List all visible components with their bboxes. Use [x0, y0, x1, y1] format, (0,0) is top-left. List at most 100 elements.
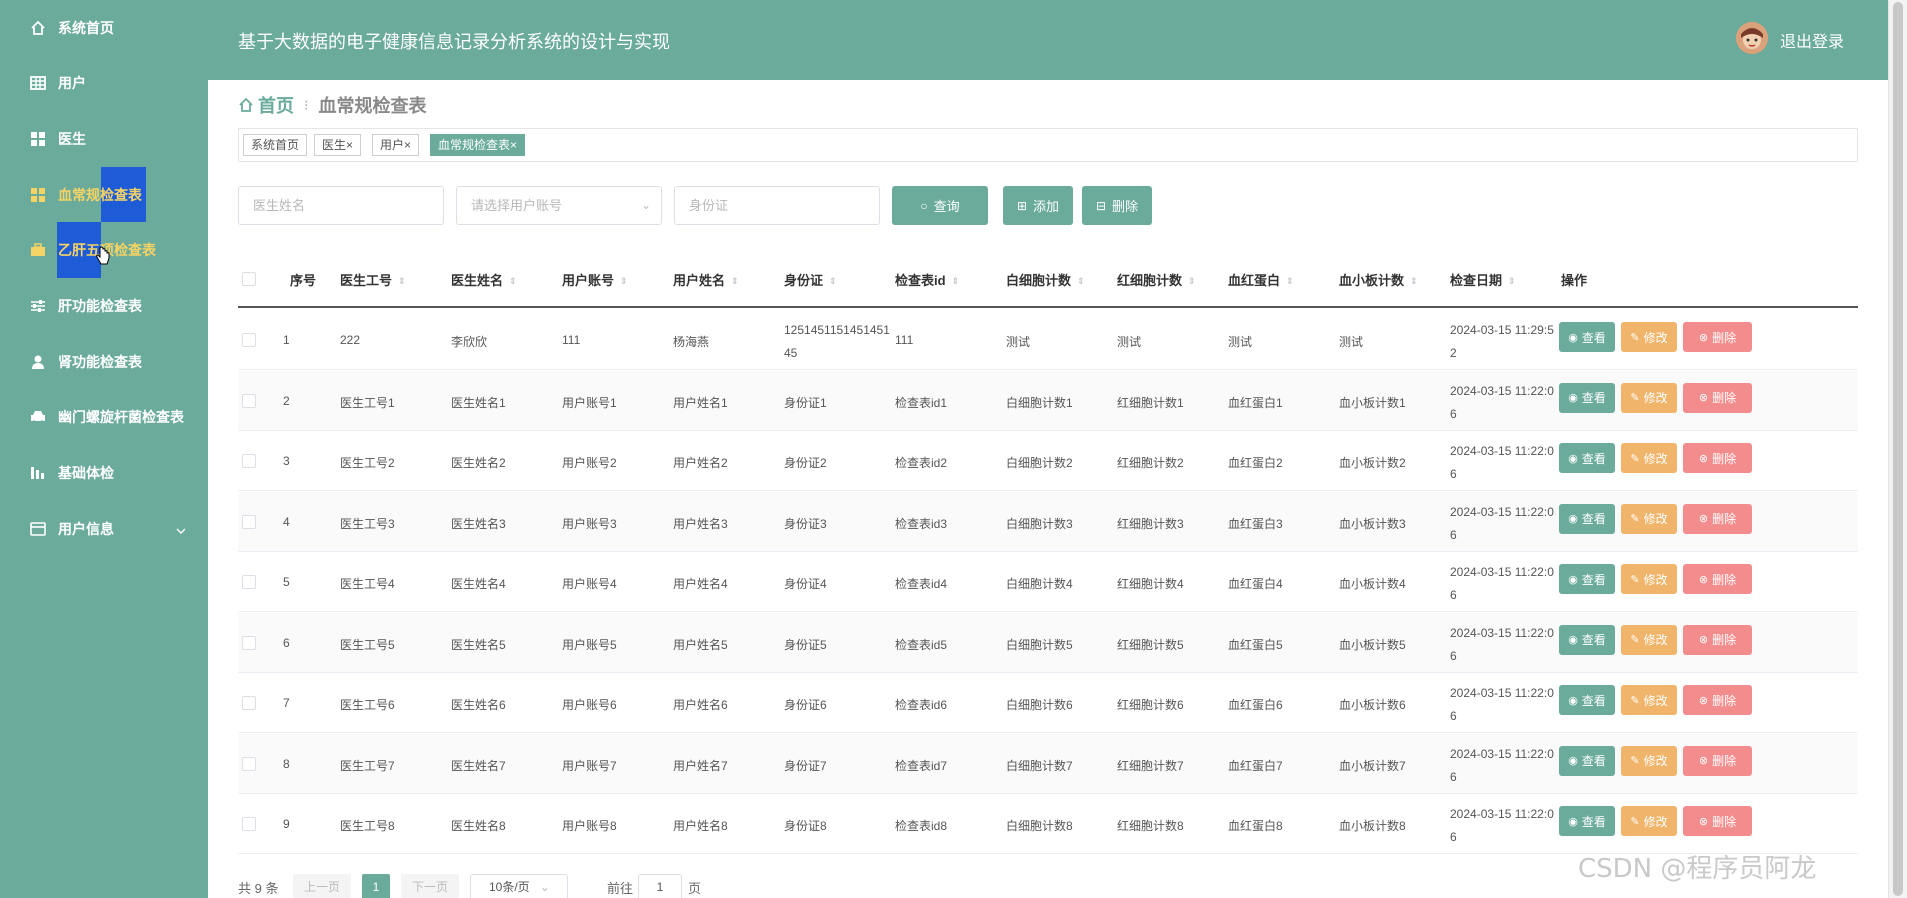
edit-button[interactable]: ✎ 修改	[1621, 322, 1677, 352]
col-exam-id[interactable]: 检查表id ⇕	[895, 270, 959, 289]
page-number[interactable]: 1	[362, 874, 390, 898]
table-cell: 血红蛋白4	[1228, 577, 1283, 591]
edit-button[interactable]: ✎ 修改	[1621, 564, 1677, 594]
view-button[interactable]: ◉ 查看	[1559, 564, 1615, 594]
table-row: 8 医生工号7 医生姓名7 用户账号7 用户姓名7 身份证7 检查表id7 白细胞计数7 红细胞…	[238, 733, 1858, 794]
breadcrumb-home[interactable]: 首页	[258, 92, 294, 118]
edit-button[interactable]: ✎ 修改	[1621, 503, 1677, 534]
idcard-input[interactable]: 身份证	[674, 186, 880, 225]
edit-button[interactable]: ✎ 修改	[1621, 382, 1677, 413]
tag-label: 用户	[380, 138, 405, 152]
sort-icon[interactable]: ⇕	[731, 276, 739, 287]
sidebar-item-helicobacter[interactable]: 幽门螺旋杆菌检查表	[0, 389, 208, 445]
row-checkbox[interactable]	[242, 333, 256, 347]
delete-button[interactable]: ⊗ 删除	[1683, 685, 1752, 715]
sort-icon[interactable]: ⇕	[1508, 276, 1516, 287]
table-cell: 3	[283, 454, 290, 468]
delete-button[interactable]: ⊗ 删除	[1683, 322, 1752, 352]
row-checkbox[interactable]	[242, 817, 256, 831]
col-exam-date[interactable]: 检查日期 ⇕	[1450, 270, 1516, 289]
sort-icon[interactable]: ⇕	[1188, 276, 1196, 287]
view-button[interactable]: ◉ 查看	[1559, 443, 1615, 473]
close-icon[interactable]: ×	[404, 138, 411, 152]
delete-button[interactable]: ⊗ 删除	[1683, 564, 1752, 594]
logout-button[interactable]: 退出登录	[1780, 28, 1844, 52]
close-icon[interactable]: ×	[346, 138, 353, 152]
prev-page-button[interactable]: 上一页	[293, 874, 351, 898]
col-platelet[interactable]: 血小板计数 ⇕	[1339, 270, 1418, 289]
col-user-account[interactable]: 用户账号 ⇕	[562, 270, 628, 289]
view-button[interactable]: ◉ 查看	[1559, 745, 1615, 776]
row-checkbox[interactable]	[242, 514, 256, 529]
edit-button[interactable]: ✎ 修改	[1621, 806, 1677, 836]
sort-icon[interactable]: ⇕	[1410, 276, 1418, 287]
sidebar-item-user-info[interactable]: 用户信息	[0, 501, 208, 557]
tag-doctor[interactable]: 医生×	[314, 134, 362, 156]
next-page-button[interactable]: 下一页	[401, 874, 459, 898]
view-button[interactable]: ◉ 查看	[1559, 624, 1615, 655]
col-wbc[interactable]: 白细胞计数 ⇕	[1006, 270, 1085, 289]
sort-icon[interactable]: ⇕	[1286, 276, 1294, 287]
delete-button[interactable]: ⊗ 删除	[1683, 443, 1752, 473]
sidebar-item-doctors[interactable]: 医生	[0, 111, 208, 167]
col-doctor-id[interactable]: 医生工号 ⇕	[340, 270, 406, 289]
sort-icon[interactable]: ⇕	[398, 276, 406, 287]
edit-button[interactable]: ✎ 修改	[1621, 745, 1677, 776]
delete-button[interactable]: ⊗ 删除	[1683, 745, 1752, 776]
briefcase-icon	[30, 242, 46, 258]
row-checkbox[interactable]	[242, 756, 256, 771]
delete-button[interactable]: ⊗ 删除	[1683, 503, 1752, 534]
tag-user[interactable]: 用户×	[372, 134, 420, 156]
sort-icon[interactable]: ⇕	[952, 276, 960, 287]
button-label: 查看	[1581, 330, 1606, 345]
page-scrollbar[interactable]	[1888, 0, 1907, 898]
view-button[interactable]: ◉ 查看	[1559, 685, 1615, 715]
col-hemoglobin[interactable]: 血红蛋白 ⇕	[1228, 270, 1294, 289]
delete-button[interactable]: ⊗ 删除	[1683, 382, 1752, 413]
view-button[interactable]: ◉ 查看	[1559, 382, 1615, 413]
doctor-name-input[interactable]: 医生姓名	[238, 186, 444, 225]
delete-button[interactable]: ⊗ 删除	[1683, 806, 1752, 836]
col-user-name[interactable]: 用户姓名 ⇕	[673, 270, 739, 289]
select-all-checkbox[interactable]	[242, 272, 256, 286]
page-size-select[interactable]: 10条/页 ⌄	[470, 874, 568, 898]
query-button[interactable]: ○ 查询	[892, 186, 988, 225]
sidebar-item-blood-routine[interactable]: 血常规检查表	[0, 167, 208, 223]
close-icon[interactable]: ×	[510, 138, 517, 152]
delete-button[interactable]: ⊗ 删除	[1683, 624, 1752, 655]
sort-icon[interactable]: ⇕	[509, 276, 517, 287]
sort-icon[interactable]: ⇕	[1077, 276, 1085, 287]
add-button[interactable]: ⊞ 添加	[1003, 186, 1073, 225]
sidebar-item-home[interactable]: 系统首页	[0, 0, 208, 56]
tag-blood-routine[interactable]: 血常规检查表×	[430, 134, 526, 156]
home-icon[interactable]	[238, 97, 254, 113]
row-checkbox[interactable]	[242, 635, 256, 650]
sidebar-item-basic-exam[interactable]: 基础体检	[0, 445, 208, 501]
sort-icon[interactable]: ⇕	[620, 276, 628, 287]
col-rbc[interactable]: 红细胞计数 ⇕	[1117, 270, 1196, 289]
edit-button[interactable]: ✎ 修改	[1621, 443, 1677, 473]
eye-icon: ◉	[1568, 755, 1578, 767]
user-account-select[interactable]: 请选择用户账号 ⌄	[456, 186, 662, 225]
batch-delete-button[interactable]: ⊟ 删除	[1082, 186, 1152, 225]
row-checkbox[interactable]	[242, 696, 256, 710]
avatar[interactable]	[1736, 22, 1768, 54]
edit-button[interactable]: ✎ 修改	[1621, 685, 1677, 715]
scrollbar-thumb[interactable]	[1893, 2, 1903, 896]
view-button[interactable]: ◉ 查看	[1559, 503, 1615, 534]
tag-home[interactable]: 系统首页	[243, 134, 308, 156]
col-doctor-name[interactable]: 医生姓名 ⇕	[451, 270, 517, 289]
sidebar-item-users[interactable]: 用户	[0, 55, 208, 111]
sort-icon[interactable]: ⇕	[829, 276, 837, 287]
row-checkbox[interactable]	[242, 393, 256, 408]
row-checkbox[interactable]	[242, 454, 256, 468]
col-idcard[interactable]: 身份证 ⇕	[784, 270, 837, 289]
view-button[interactable]: ◉ 查看	[1559, 322, 1615, 352]
edit-button[interactable]: ✎ 修改	[1621, 624, 1677, 655]
edit-icon: ✎	[1630, 573, 1640, 586]
view-button[interactable]: ◉ 查看	[1559, 806, 1615, 836]
row-checkbox[interactable]	[242, 575, 256, 589]
sidebar-item-liver-function[interactable]: 肝功能检查表	[0, 278, 208, 334]
sidebar-item-kidney-function[interactable]: 肾功能检查表	[0, 334, 208, 390]
goto-page-input[interactable]: 1	[638, 874, 682, 898]
